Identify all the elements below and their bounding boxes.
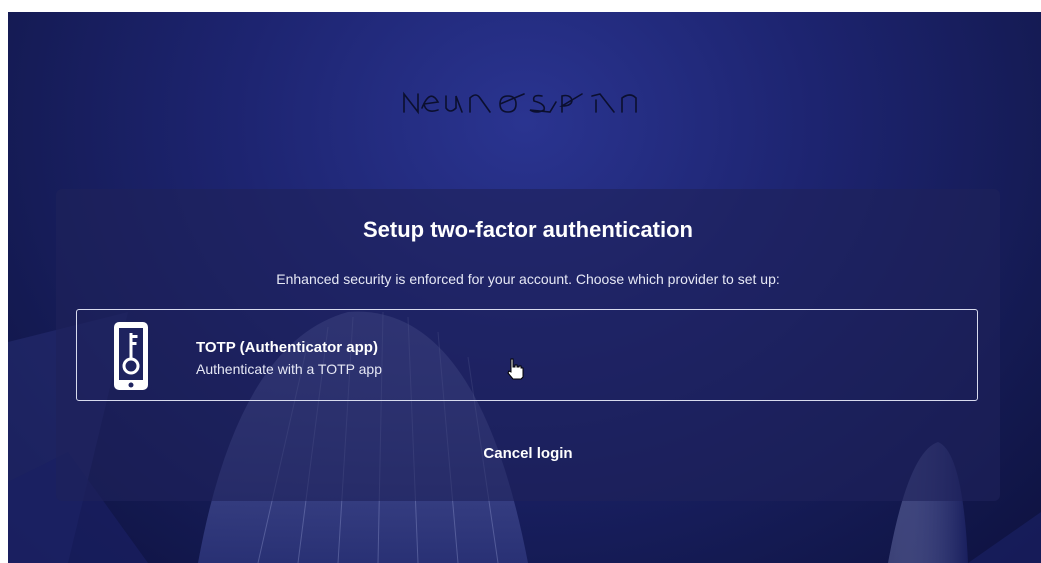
provider-description: Authenticate with a TOTP app [196,361,383,377]
neurospin-logo [403,91,637,115]
provider-name: TOTP (Authenticator app) [196,339,378,356]
login-screen: Setup two-factor authentication Enhanced… [8,12,1041,563]
phone-key-icon [114,322,148,390]
hand-pointer-cursor-icon [507,358,524,380]
cancel-login-link[interactable]: Cancel login [483,445,572,462]
dialog-title: Setup two-factor authentication [363,217,693,242]
two-factor-dialog: Setup two-factor authentication Enhanced… [56,189,1000,501]
dialog-subtitle: Enhanced security is enforced for your a… [276,271,780,287]
cancel-login-row: Cancel login [56,445,1000,462]
provider-option-totp[interactable]: TOTP (Authenticator app) Authenticate wi… [76,309,978,401]
